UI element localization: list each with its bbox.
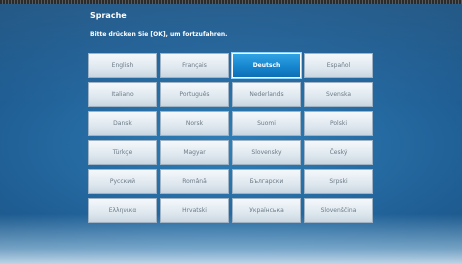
language-button[interactable]: Nederlands <box>232 82 301 107</box>
language-button[interactable]: Hrvatski <box>160 198 229 223</box>
language-button[interactable]: Русский <box>88 169 157 194</box>
language-button[interactable]: Dansk <box>88 111 157 136</box>
language-button[interactable]: Magyar <box>160 140 229 165</box>
language-button[interactable]: Português <box>160 82 229 107</box>
language-button[interactable]: Deutsch <box>232 53 301 78</box>
language-button[interactable]: Suomi <box>232 111 301 136</box>
language-button[interactable]: Français <box>160 53 229 78</box>
language-button[interactable]: Srpski <box>304 169 373 194</box>
language-button[interactable]: Українська <box>232 198 301 223</box>
language-button[interactable]: Slovenščina <box>304 198 373 223</box>
top-border <box>0 0 462 4</box>
language-button[interactable]: Italiano <box>88 82 157 107</box>
language-button[interactable]: Ελληνικα <box>88 198 157 223</box>
language-button[interactable]: Polski <box>304 111 373 136</box>
page-title: Sprache <box>90 11 127 20</box>
language-grid: English Français Deutsch Español Italian… <box>88 53 374 223</box>
language-button[interactable]: Română <box>160 169 229 194</box>
language-button[interactable]: Český <box>304 140 373 165</box>
language-button[interactable]: Slovensky <box>232 140 301 165</box>
language-button[interactable]: Español <box>304 53 373 78</box>
language-button[interactable]: Svenska <box>304 82 373 107</box>
instruction-text: Bitte drücken Sie [OK], um fortzufahren. <box>90 31 228 38</box>
language-button[interactable]: Türkçe <box>88 140 157 165</box>
language-button[interactable]: Norsk <box>160 111 229 136</box>
language-button[interactable]: English <box>88 53 157 78</box>
language-button[interactable]: Български <box>232 169 301 194</box>
